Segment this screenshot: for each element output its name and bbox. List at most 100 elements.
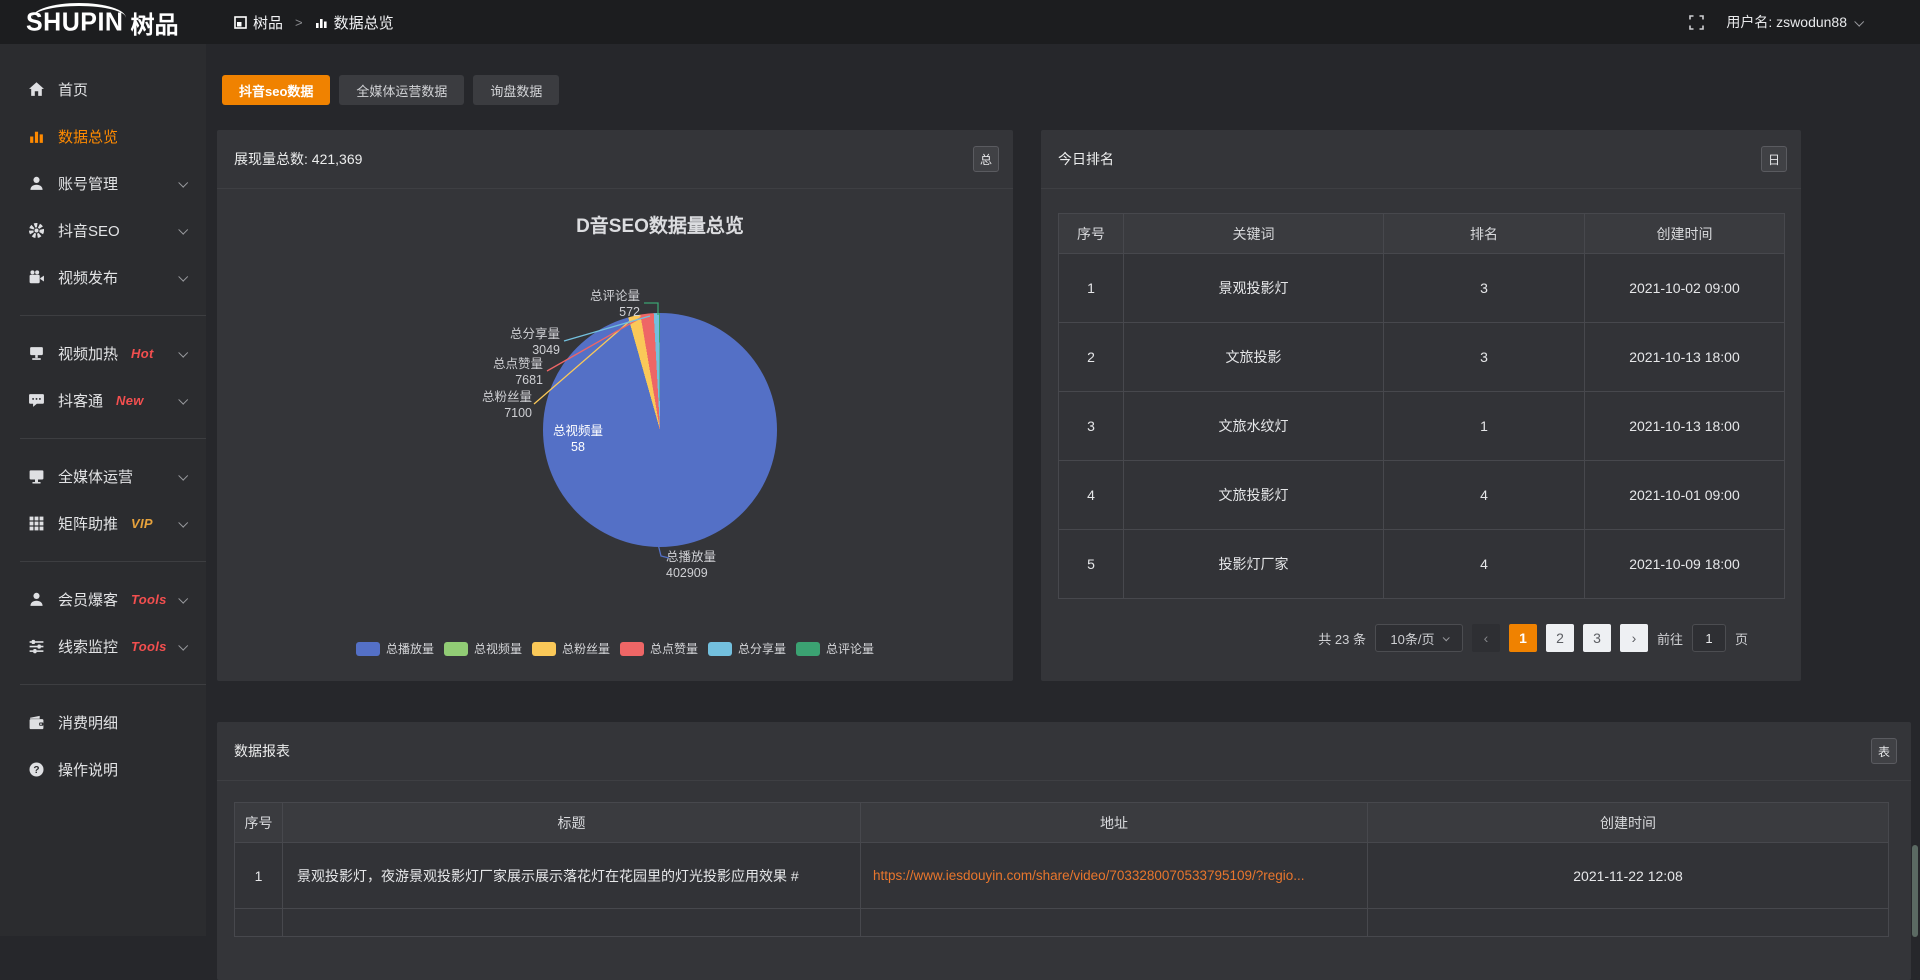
chevron-down-icon <box>178 641 188 651</box>
monitor-icon <box>27 468 45 486</box>
legend-item-2[interactable]: 总粉丝量 <box>532 640 610 657</box>
pie-label-value: 7681 <box>443 372 543 388</box>
tab-douyin-seo-data[interactable]: 抖音seo数据 <box>222 75 330 105</box>
sidebar-item-label: 全媒体运营 <box>58 466 133 487</box>
breadcrumb-label: 树品 <box>253 12 283 33</box>
user-label: 用户名: zswodun88 <box>1726 12 1847 32</box>
breadcrumb-item-current[interactable]: 数据总览 <box>315 12 394 33</box>
table-row: 2文旅投影32021-10-13 18:00 <box>1059 323 1785 392</box>
table-cell: 1 <box>1059 254 1124 323</box>
app-logo[interactable]: SHUPIN 树品 <box>0 0 206 44</box>
app-icon <box>234 16 247 29</box>
sidebar-item-video-heat[interactable]: 视频加热Hot <box>0 330 206 377</box>
video-link[interactable]: https://www.iesdouyin.com/share/video/70… <box>861 843 1368 909</box>
table-cell: 2021-10-01 09:00 <box>1585 461 1785 530</box>
page-button-1[interactable]: 1 <box>1509 624 1537 652</box>
legend-item-4[interactable]: 总分享量 <box>708 640 786 657</box>
pie-label-1: 总视频量58 <box>528 423 628 455</box>
prev-page-button[interactable]: ‹ <box>1472 624 1500 652</box>
sidebar-item-badge: New <box>116 393 144 408</box>
sidebar-item-home[interactable]: 首页 <box>0 66 206 113</box>
sidebar-item-video-publish[interactable]: 视频发布 <box>0 254 206 301</box>
table-header-row: 序号关键词排名创建时间 <box>1059 214 1785 254</box>
report-panel: 数据报表 表 序号标题地址创建时间1景观投影灯，夜游景观投影灯厂家展示展示落花灯… <box>217 722 1911 980</box>
report-table-button[interactable]: 表 <box>1871 738 1897 764</box>
sidebar-item-member-baoke[interactable]: 会员爆客Tools <box>0 576 206 623</box>
legend-label: 总点赞量 <box>650 640 698 657</box>
sidebar-item-badge: Hot <box>131 346 154 361</box>
sidebar-item-douyin-seo[interactable]: 抖音SEO <box>0 207 206 254</box>
sidebar-item-account-manage[interactable]: 账号管理 <box>0 160 206 207</box>
sidebar-item-label: 线索监控 <box>58 636 118 657</box>
tab-inquiry-data[interactable]: 询盘数据 <box>473 75 559 105</box>
table-cell: 2 <box>1059 323 1124 392</box>
table-cell: 2021-10-02 09:00 <box>1585 254 1785 323</box>
breadcrumb-item-root[interactable]: 树品 <box>234 12 283 33</box>
sidebar-item-matrix-boost[interactable]: 矩阵助推VIP <box>0 500 206 547</box>
fullscreen-icon[interactable] <box>1689 15 1704 30</box>
chevron-down-icon <box>1854 16 1864 26</box>
pie-label-name: 总评论量 <box>590 289 640 303</box>
sidebar-item-media-operation[interactable]: 全媒体运营 <box>0 453 206 500</box>
comment-icon <box>27 392 45 410</box>
page-size-select[interactable]: 10条/页 <box>1375 624 1463 652</box>
user-menu[interactable]: 用户名: zswodun88 <box>1726 12 1862 32</box>
pie-label-name: 总点赞量 <box>493 357 543 371</box>
chevron-down-icon <box>178 225 188 235</box>
goto-label: 前往 <box>1657 629 1683 648</box>
chart-legend: 总播放量总视频量总粉丝量 总点赞量 总分享量总评论量 <box>217 640 1013 657</box>
table-header-row: 序号标题地址创建时间 <box>235 803 1889 843</box>
overview-total-button[interactable]: 总 <box>973 146 999 172</box>
breadcrumb-separator: > <box>295 15 303 30</box>
logo-text-cn: 树品 <box>130 5 178 40</box>
column-header: 排名 <box>1384 214 1585 254</box>
table-cell: 2021-10-13 18:00 <box>1585 392 1785 461</box>
legend-chip <box>796 642 820 656</box>
table-cell: 5 <box>1059 530 1124 599</box>
sidebar-item-douketong[interactable]: 抖客通 New <box>0 377 206 424</box>
pie-label-value: 402909 <box>666 565 776 581</box>
pie-label-name: 总分享量 <box>510 327 560 341</box>
page-button-2[interactable]: 2 <box>1546 624 1574 652</box>
column-header: 创建时间 <box>1585 214 1785 254</box>
table-row: 1景观投影灯32021-10-02 09:00 <box>1059 254 1785 323</box>
column-header: 标题 <box>283 803 861 843</box>
chevron-down-icon <box>178 518 188 528</box>
column-header: 序号 <box>235 803 283 843</box>
sliders-icon <box>27 638 45 656</box>
table-row: 3文旅水纹灯12021-10-13 18:00 <box>1059 392 1785 461</box>
column-header: 地址 <box>861 803 1368 843</box>
ranking-panel: 今日排名 日 序号关键词排名创建时间1景观投影灯32021-10-02 09:0… <box>1041 130 1801 681</box>
table-cell: 3 <box>1059 392 1124 461</box>
ranking-day-button[interactable]: 日 <box>1761 146 1787 172</box>
pagination-total: 共 23 条 <box>1318 629 1366 648</box>
legend-item-5[interactable]: 总评论量 <box>796 640 874 657</box>
table-cell: 4 <box>1384 530 1585 599</box>
sidebar-item-label: 消费明细 <box>58 712 118 733</box>
chevron-down-icon <box>1442 634 1449 641</box>
column-header: 创建时间 <box>1368 803 1889 843</box>
sidebar-item-operation-guide[interactable]: ?操作说明 <box>0 746 206 793</box>
legend-item-1[interactable]: 总视频量 <box>444 640 522 657</box>
legend-item-3[interactable]: 总点赞量 <box>620 640 698 657</box>
page-scrollbar[interactable] <box>1912 845 1918 937</box>
legend-label: 总分享量 <box>738 640 786 657</box>
page-size-value: 10条/页 <box>1390 629 1434 648</box>
report-panel-header: 数据报表 表 <box>217 722 1911 781</box>
legend-chip <box>532 642 556 656</box>
next-page-button[interactable]: › <box>1620 624 1648 652</box>
sidebar-item-consume-detail[interactable]: 消费明细 <box>0 699 206 746</box>
legend-item-0[interactable]: 总播放量 <box>356 640 434 657</box>
user-icon <box>27 591 45 609</box>
sidebar-item-clue-monitor[interactable]: 线索监控Tools <box>0 623 206 670</box>
sidebar-item-label: 抖客通 <box>58 390 103 411</box>
top-bar: SHUPIN 树品 树品 > 数据总览 用户名: zswodun88 <box>0 0 1920 44</box>
goto-page-input[interactable]: 1 <box>1692 624 1726 652</box>
table-cell: 2021-10-13 18:00 <box>1585 323 1785 392</box>
page-button-3[interactable]: 3 <box>1583 624 1611 652</box>
video-icon <box>27 269 45 287</box>
sidebar-item-data-overview[interactable]: 数据总览 <box>0 113 206 160</box>
sidebar-item-label: 会员爆客 <box>58 589 118 610</box>
tab-media-operation-data[interactable]: 全媒体运营数据 <box>339 75 464 105</box>
pie-label-value: 3049 <box>460 342 560 358</box>
